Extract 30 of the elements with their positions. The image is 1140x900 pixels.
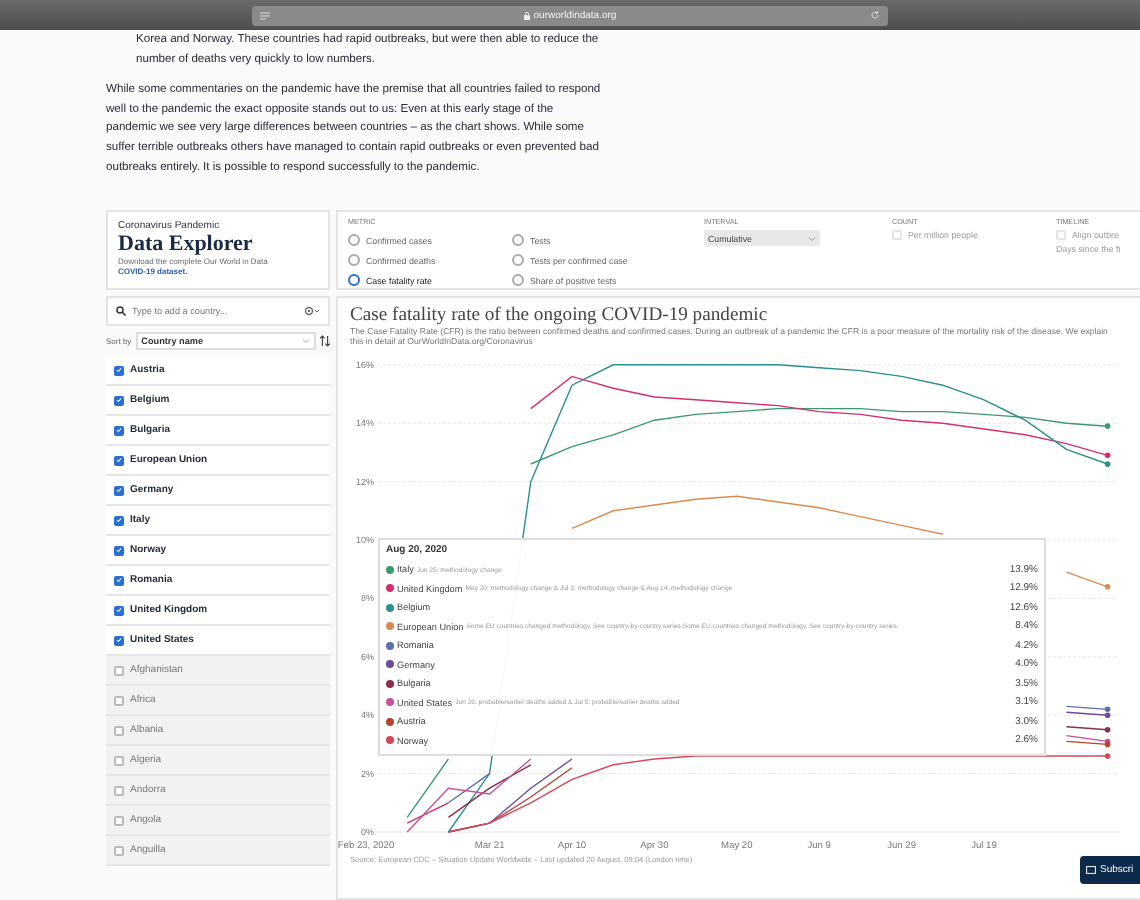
mail-icon bbox=[1086, 866, 1096, 874]
reload-icon[interactable] bbox=[869, 10, 880, 20]
chevron-down-icon bbox=[808, 235, 816, 241]
checkbox[interactable] bbox=[114, 605, 124, 615]
checkbox[interactable] bbox=[114, 725, 124, 735]
line-end-dot bbox=[1104, 423, 1111, 429]
checkbox[interactable] bbox=[114, 665, 124, 675]
checkbox[interactable] bbox=[114, 455, 124, 465]
line-end-dot bbox=[1104, 753, 1111, 759]
sort-order-icon[interactable] bbox=[320, 334, 330, 348]
checkbox[interactable] bbox=[114, 785, 124, 795]
checkbox[interactable] bbox=[114, 815, 124, 825]
line-end-dot bbox=[1104, 583, 1111, 590]
line-end-dot bbox=[1104, 727, 1111, 733]
search-icon bbox=[116, 306, 126, 316]
chart-title: Case fatality rate of the ongoing COVID-19 pandemic bbox=[350, 304, 770, 326]
checkbox[interactable] bbox=[114, 365, 124, 375]
chevron-down-icon bbox=[302, 338, 310, 344]
checkbox[interactable] bbox=[114, 395, 124, 405]
checkbox[interactable] bbox=[114, 515, 124, 525]
checkbox[interactable] bbox=[114, 425, 124, 435]
lock-icon bbox=[523, 11, 530, 19]
checkbox[interactable] bbox=[114, 545, 124, 555]
checkbox[interactable] bbox=[114, 635, 124, 645]
checkbox[interactable] bbox=[114, 755, 124, 765]
checkbox[interactable] bbox=[114, 575, 124, 585]
checkbox[interactable] bbox=[114, 695, 124, 705]
checkbox[interactable] bbox=[114, 845, 124, 855]
checkbox[interactable] bbox=[114, 485, 124, 495]
explorer-title: Data Explorer bbox=[118, 232, 255, 256]
